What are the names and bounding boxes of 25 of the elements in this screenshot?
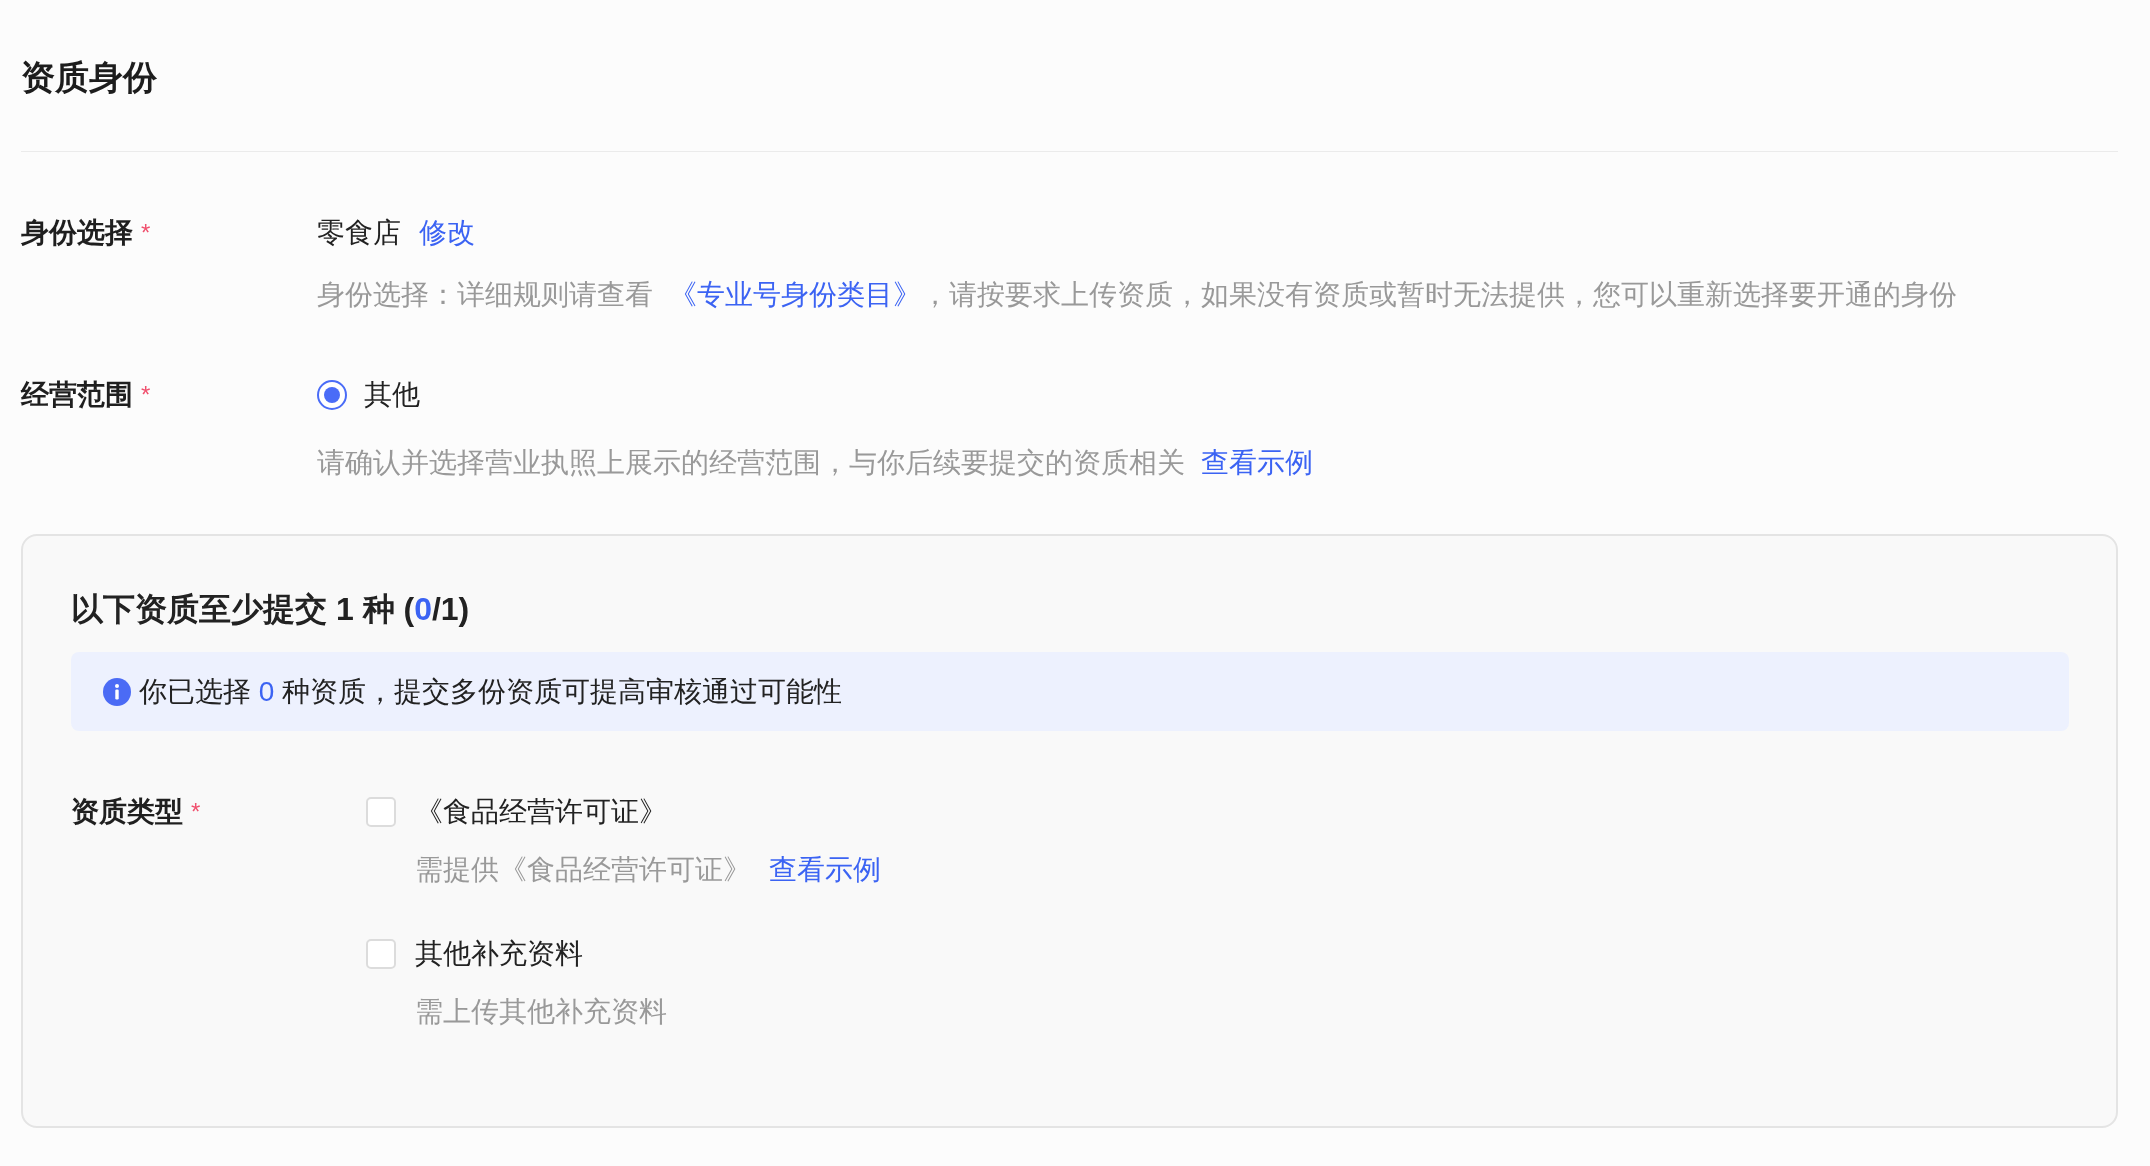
edit-link[interactable]: 修改 xyxy=(419,213,475,253)
option-label: 其他 xyxy=(364,378,420,412)
example-link[interactable]: 查看示例 xyxy=(769,854,881,885)
selected-identity: 零食店 xyxy=(317,216,401,250)
required-mark: * xyxy=(141,380,151,410)
option-description: 需上传其他补充资料 xyxy=(415,995,668,1029)
info-icon xyxy=(103,677,131,706)
radio-button[interactable] xyxy=(317,380,347,410)
hint-link[interactable]: 《专业号身份类目》 xyxy=(669,279,921,310)
required-mark: * xyxy=(141,218,151,248)
field-label: 经营范围 xyxy=(21,378,133,412)
required-mark: * xyxy=(191,797,201,827)
hint-text: 请确认并选择营业执照上展示的经营范围，与你后续要提交的资质相关 查看示例 xyxy=(317,446,1314,480)
checkbox[interactable] xyxy=(366,939,396,969)
hint-link[interactable]: 查看示例 xyxy=(1201,447,1313,478)
checkbox[interactable] xyxy=(366,797,396,827)
banner-text: 你已选择 0 种资质，提交多份资质可提高审核通过可能性 xyxy=(139,674,843,709)
field-label: 资质类型 xyxy=(71,795,183,829)
card-title: 以下资质至少提交 1 种 (0/1) xyxy=(71,590,471,629)
option-description: 需提供《食品经营许可证》 查看示例 xyxy=(415,853,882,887)
option-label: 其他补充资料 xyxy=(415,937,583,971)
hint-text: 身份选择：详细规则请查看 《专业号身份类目》，请按要求上传资质，如果没有资质或暂时无法提供，您可以重新选择要开通的身份 xyxy=(317,278,1958,312)
page-title: 资质身份 xyxy=(21,57,158,98)
option-label: 《食品经营许可证》 xyxy=(415,795,667,829)
field-label: 身份选择 xyxy=(21,216,133,250)
